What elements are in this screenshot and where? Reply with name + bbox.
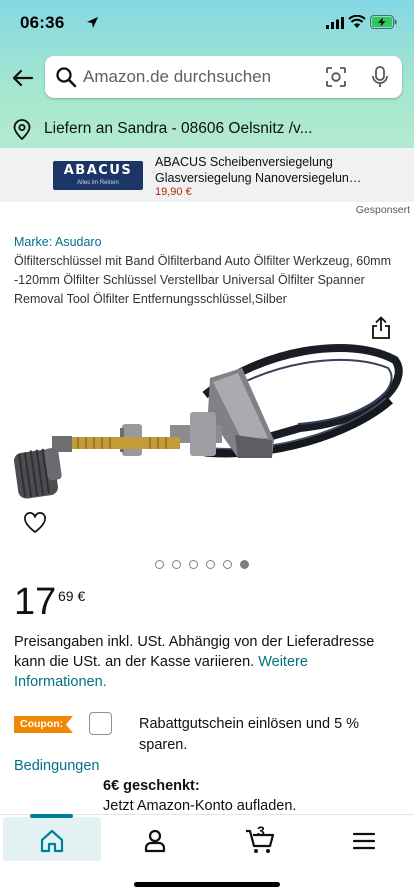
gift-text: Jetzt Amazon-Konto aufladen. [103,798,297,814]
carousel-dot[interactable] [172,560,181,569]
ad-title[interactable]: ABACUS Scheibenversiegelung Glasversiege… [155,154,385,186]
product-image[interactable] [10,340,405,505]
coupon-text-block: Rabattgutschein einlösen und 5 % sparen.… [14,714,394,777]
account-icon[interactable] [141,827,169,855]
brand-link[interactable]: Marke: Asudaro [14,235,102,249]
camera-scan-icon[interactable] [325,66,347,88]
delivery-location[interactable]: Liefern an Sandra - 08606 Oelsnitz /v... [0,111,414,148]
price-fraction: 69 € [58,588,86,604]
logo-text: ABACUS [63,163,133,178]
coupon-terms-link[interactable]: Bedingungen [14,758,99,774]
delivery-text: Liefern an Sandra - 08606 Oelsnitz /v... [44,120,313,137]
product-price: 17 69 € [14,580,85,624]
price-whole: 17 [14,581,57,623]
cellular-signal-icon [326,17,344,29]
home-icon[interactable] [38,827,66,855]
coupon-checkbox[interactable] [89,712,112,735]
product-title: Ölfilterschlüssel mit Band Ölfilterband … [14,254,391,306]
location-pin-icon [13,119,31,140]
search-icon [56,67,77,88]
cart-button[interactable]: 3 [245,823,277,855]
ad-price: 19,90 € [155,186,192,198]
status-time: 06:36 [20,13,65,32]
search-input[interactable] [83,56,313,98]
status-bar: 06:36 [0,0,414,50]
vat-notice: Preisangaben inkl. USt. Abhängig von der… [14,632,400,692]
image-carousel-dots[interactable] [155,560,249,569]
carousel-dot[interactable] [189,560,198,569]
abacus-logo: ABACUS Alles im Reinen [53,161,143,190]
carousel-dot[interactable] [223,560,232,569]
gift-headline: 6€ geschenkt: [103,778,200,794]
menu-icon[interactable] [350,827,378,855]
carousel-dot[interactable] [206,560,215,569]
logo-tagline: Alles im Reinen [77,180,119,186]
home-indicator [134,882,280,887]
vat-text: Preisangaben inkl. USt. Abhängig von der… [14,634,375,670]
share-icon[interactable] [371,316,391,340]
sponsored-label[interactable]: Gesponsert [356,204,410,216]
carousel-dot[interactable] [155,560,164,569]
carousel-dot-active[interactable] [240,560,249,569]
coupon-text: Rabattgutschein einlösen und 5 % sparen. [139,716,360,753]
coupon-badge: Coupon: [14,716,73,733]
location-arrow-icon [87,17,98,28]
wifi-icon [348,15,366,28]
microphone-icon[interactable] [370,66,390,88]
gift-promo[interactable]: 6€ geschenkt: Jetzt Amazon-Konto auflade… [103,776,296,816]
battery-charging-icon [370,15,397,29]
back-arrow-icon[interactable] [10,66,34,90]
wishlist-heart-icon[interactable] [23,512,47,534]
sponsored-ad-banner[interactable]: ABACUS Alles im Reinen ABACUS Scheibenve… [0,148,414,202]
search-bar[interactable] [45,56,402,98]
cart-count: 3 [257,823,265,839]
header: 06:36 Amazon.de durchsuchen Liefern an S… [0,0,414,148]
nav-active-indicator [30,814,73,818]
